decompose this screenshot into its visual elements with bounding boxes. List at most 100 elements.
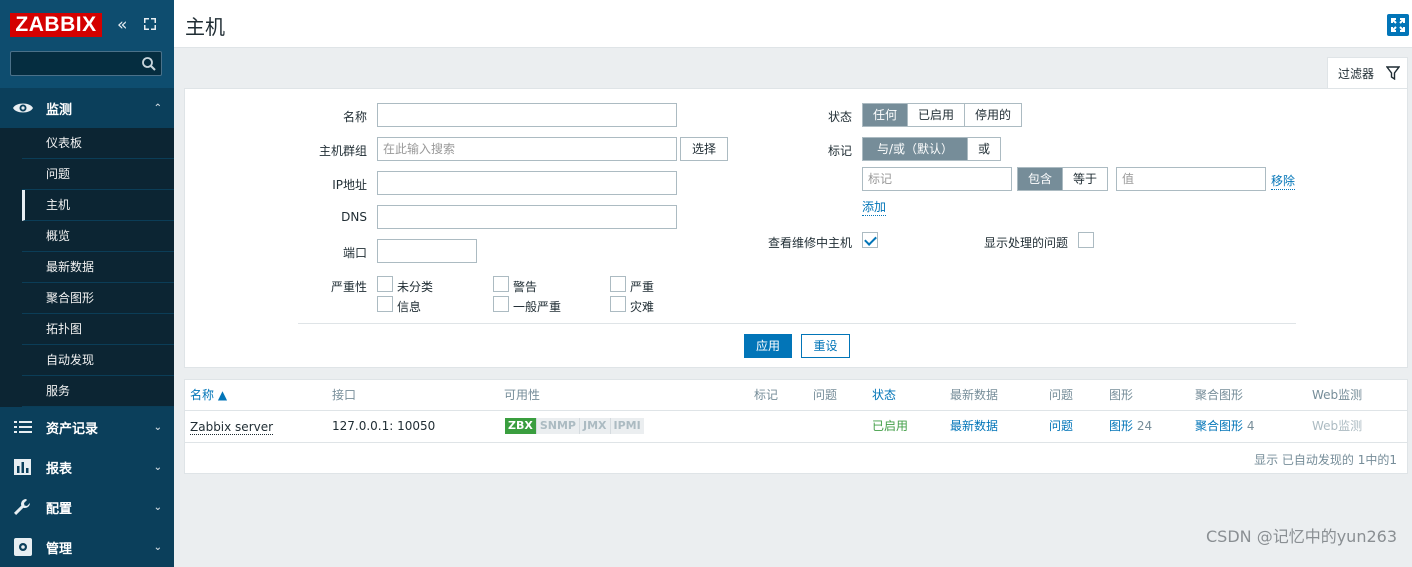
column-header-interface: 接口 xyxy=(332,388,357,402)
hostgroup-input[interactable]: 在此输入搜索 xyxy=(377,137,677,161)
filter-panel: 名称 主机群组 在此输入搜索 选择 IP地址 DNS 端口 严重性 未分类 警告… xyxy=(184,88,1408,368)
remove-tag-link[interactable]: 移除 xyxy=(1271,172,1296,190)
apply-button[interactable]: 应用 xyxy=(744,334,792,358)
column-header-tags: 标记 xyxy=(754,388,779,402)
list-icon xyxy=(14,421,32,433)
menu-reports[interactable]: 报表 ⌄ xyxy=(0,447,174,487)
port-label: 端口 xyxy=(342,246,367,260)
name-input[interactable] xyxy=(377,103,677,127)
menu-item-services[interactable]: 服务 xyxy=(22,376,174,407)
add-tag-link[interactable]: 添加 xyxy=(862,198,887,216)
tag-mode-segmented-control: 与/或（默认） 或 xyxy=(862,137,1002,161)
filter-tab[interactable]: 过滤器 xyxy=(1327,57,1408,88)
tag-operator-contains[interactable]: 包含 xyxy=(1018,168,1064,190)
status-option-enabled[interactable]: 已启用 xyxy=(908,104,966,126)
severity-label-average: 一般严重 xyxy=(513,300,562,314)
graphs-count: 24 xyxy=(1136,419,1153,433)
collapse-sidebar-icon[interactable]: « xyxy=(117,15,127,35)
select-hostgroup-button[interactable]: 选择 xyxy=(680,137,728,161)
screens-link[interactable]: 聚合图形 xyxy=(1195,419,1243,433)
menu-item-latest-data[interactable]: 最新数据 xyxy=(22,252,174,283)
column-header-status[interactable]: 状态 xyxy=(872,380,896,410)
problems-link[interactable]: 问题 xyxy=(1049,411,1073,442)
search-icon[interactable] xyxy=(141,56,157,72)
tag-name-input[interactable]: 标记 xyxy=(862,167,1012,191)
menu-inventory-label: 资产记录 xyxy=(46,421,99,437)
menu-item-hosts[interactable]: 主机 xyxy=(22,190,174,221)
row-divider xyxy=(185,442,1407,443)
column-header-screens: 聚合图形 xyxy=(1195,388,1244,402)
menu-item-dashboard[interactable]: 仪表板 xyxy=(22,128,174,159)
menu-item-discovery[interactable]: 自动发现 xyxy=(22,345,174,376)
menu-item-problems[interactable]: 问题 xyxy=(22,159,174,190)
hosts-table: 名称 ▲ 接口 可用性 标记 问题 状态 最新数据 问题 图形 聚合图形 Web… xyxy=(184,379,1408,474)
severity-label-warning: 警告 xyxy=(513,280,538,294)
monitoring-submenu: 仪表板 问题 主机 概览 最新数据 聚合图形 拓扑图 自动发现 服务 xyxy=(0,128,174,407)
tag-mode-or[interactable]: 或 xyxy=(968,138,1001,160)
tags-label: 标记 xyxy=(827,144,852,158)
menu-item-screens[interactable]: 聚合图形 xyxy=(22,283,174,314)
screens-cell: 聚合图形 4 xyxy=(1195,411,1254,442)
host-name-link[interactable]: Zabbix server xyxy=(190,420,274,435)
kiosk-mode-icon[interactable] xyxy=(143,17,157,31)
severity-checkbox-information[interactable] xyxy=(377,296,393,312)
watermark: CSDN @记忆中的yun263 xyxy=(1206,527,1397,546)
port-input[interactable] xyxy=(377,239,477,263)
status-label: 状态 xyxy=(827,110,852,124)
main-menu: 监测 ⌃ 仪表板 问题 主机 概览 最新数据 聚合图形 拓扑图 自动发现 服务 … xyxy=(0,88,174,567)
chevron-up-icon: ⌃ xyxy=(153,102,162,114)
chevron-down-icon: ⌄ xyxy=(153,421,162,433)
menu-reports-label: 报表 xyxy=(46,461,73,477)
maintenance-checkbox[interactable] xyxy=(862,232,878,248)
reset-button[interactable]: 重设 xyxy=(801,334,850,358)
menu-inventory[interactable]: 资产记录 ⌄ xyxy=(0,407,174,447)
menu-item-maps[interactable]: 拓扑图 xyxy=(22,314,174,345)
column-header-latest-data: 最新数据 xyxy=(950,388,999,402)
wrench-icon xyxy=(14,499,30,515)
ip-input[interactable] xyxy=(377,171,677,195)
availability-ipmi: IPMI xyxy=(609,418,644,434)
table-footer-count: 显示 已自动发现的 1中的1 xyxy=(1254,453,1397,467)
gear-icon xyxy=(14,538,32,556)
logo-row: ZABBIX « xyxy=(0,0,174,50)
column-header-name[interactable]: 名称 ▲ xyxy=(190,380,227,410)
tag-operator-equals[interactable]: 等于 xyxy=(1063,168,1108,190)
fullscreen-button[interactable] xyxy=(1387,14,1409,36)
zabbix-logo[interactable]: ZABBIX xyxy=(10,13,102,37)
host-interface: 127.0.0.1: 10050 xyxy=(332,419,436,433)
severity-checkbox-high[interactable] xyxy=(610,276,626,292)
tag-operator-segmented-control: 包含 等于 xyxy=(1017,167,1109,191)
menu-configuration[interactable]: 配置 ⌄ xyxy=(0,487,174,527)
menu-administration[interactable]: 管理 ⌄ xyxy=(0,527,174,567)
page-title: 主机 xyxy=(185,15,225,39)
dns-label: DNS xyxy=(341,210,367,224)
menu-item-overview[interactable]: 概览 xyxy=(22,221,174,252)
severity-checkbox-warning[interactable] xyxy=(493,276,509,292)
column-header-availability: 可用性 xyxy=(504,388,541,402)
graphs-link[interactable]: 图形 xyxy=(1109,419,1133,433)
show-suppressed-checkbox[interactable] xyxy=(1078,232,1094,248)
severity-checkbox-disaster[interactable] xyxy=(610,296,626,312)
filter-divider xyxy=(298,323,1296,324)
column-header-problems-link: 问题 xyxy=(1049,388,1074,402)
filter-tab-label: 过滤器 xyxy=(1338,66,1375,81)
severity-label: 严重性 xyxy=(330,280,367,294)
chevron-down-icon: ⌄ xyxy=(153,541,162,553)
tag-value-input[interactable]: 值 xyxy=(1116,167,1266,191)
latest-data-link[interactable]: 最新数据 xyxy=(950,411,998,442)
menu-monitoring[interactable]: 监测 ⌃ xyxy=(0,88,174,128)
main-content: 主机 过滤器 名称 主机群组 在此输入搜索 选择 IP地址 DNS 端口 严重性… xyxy=(174,0,1412,552)
menu-configuration-label: 配置 xyxy=(46,501,73,517)
screens-count: 4 xyxy=(1246,419,1255,433)
dns-input[interactable] xyxy=(377,205,677,229)
maintenance-label: 查看维修中主机 xyxy=(767,236,852,250)
tag-mode-and-or[interactable]: 与/或（默认） xyxy=(863,138,969,160)
severity-label-disaster: 灾难 xyxy=(630,300,655,314)
sidebar-search-input[interactable] xyxy=(10,51,162,76)
status-option-disabled[interactable]: 停用的 xyxy=(965,104,1022,126)
severity-checkbox-not-classified[interactable] xyxy=(377,276,393,292)
eye-icon xyxy=(13,103,33,113)
host-status-link[interactable]: 已启用 xyxy=(872,411,908,442)
status-option-any[interactable]: 任何 xyxy=(863,104,909,126)
severity-checkbox-average[interactable] xyxy=(493,296,509,312)
